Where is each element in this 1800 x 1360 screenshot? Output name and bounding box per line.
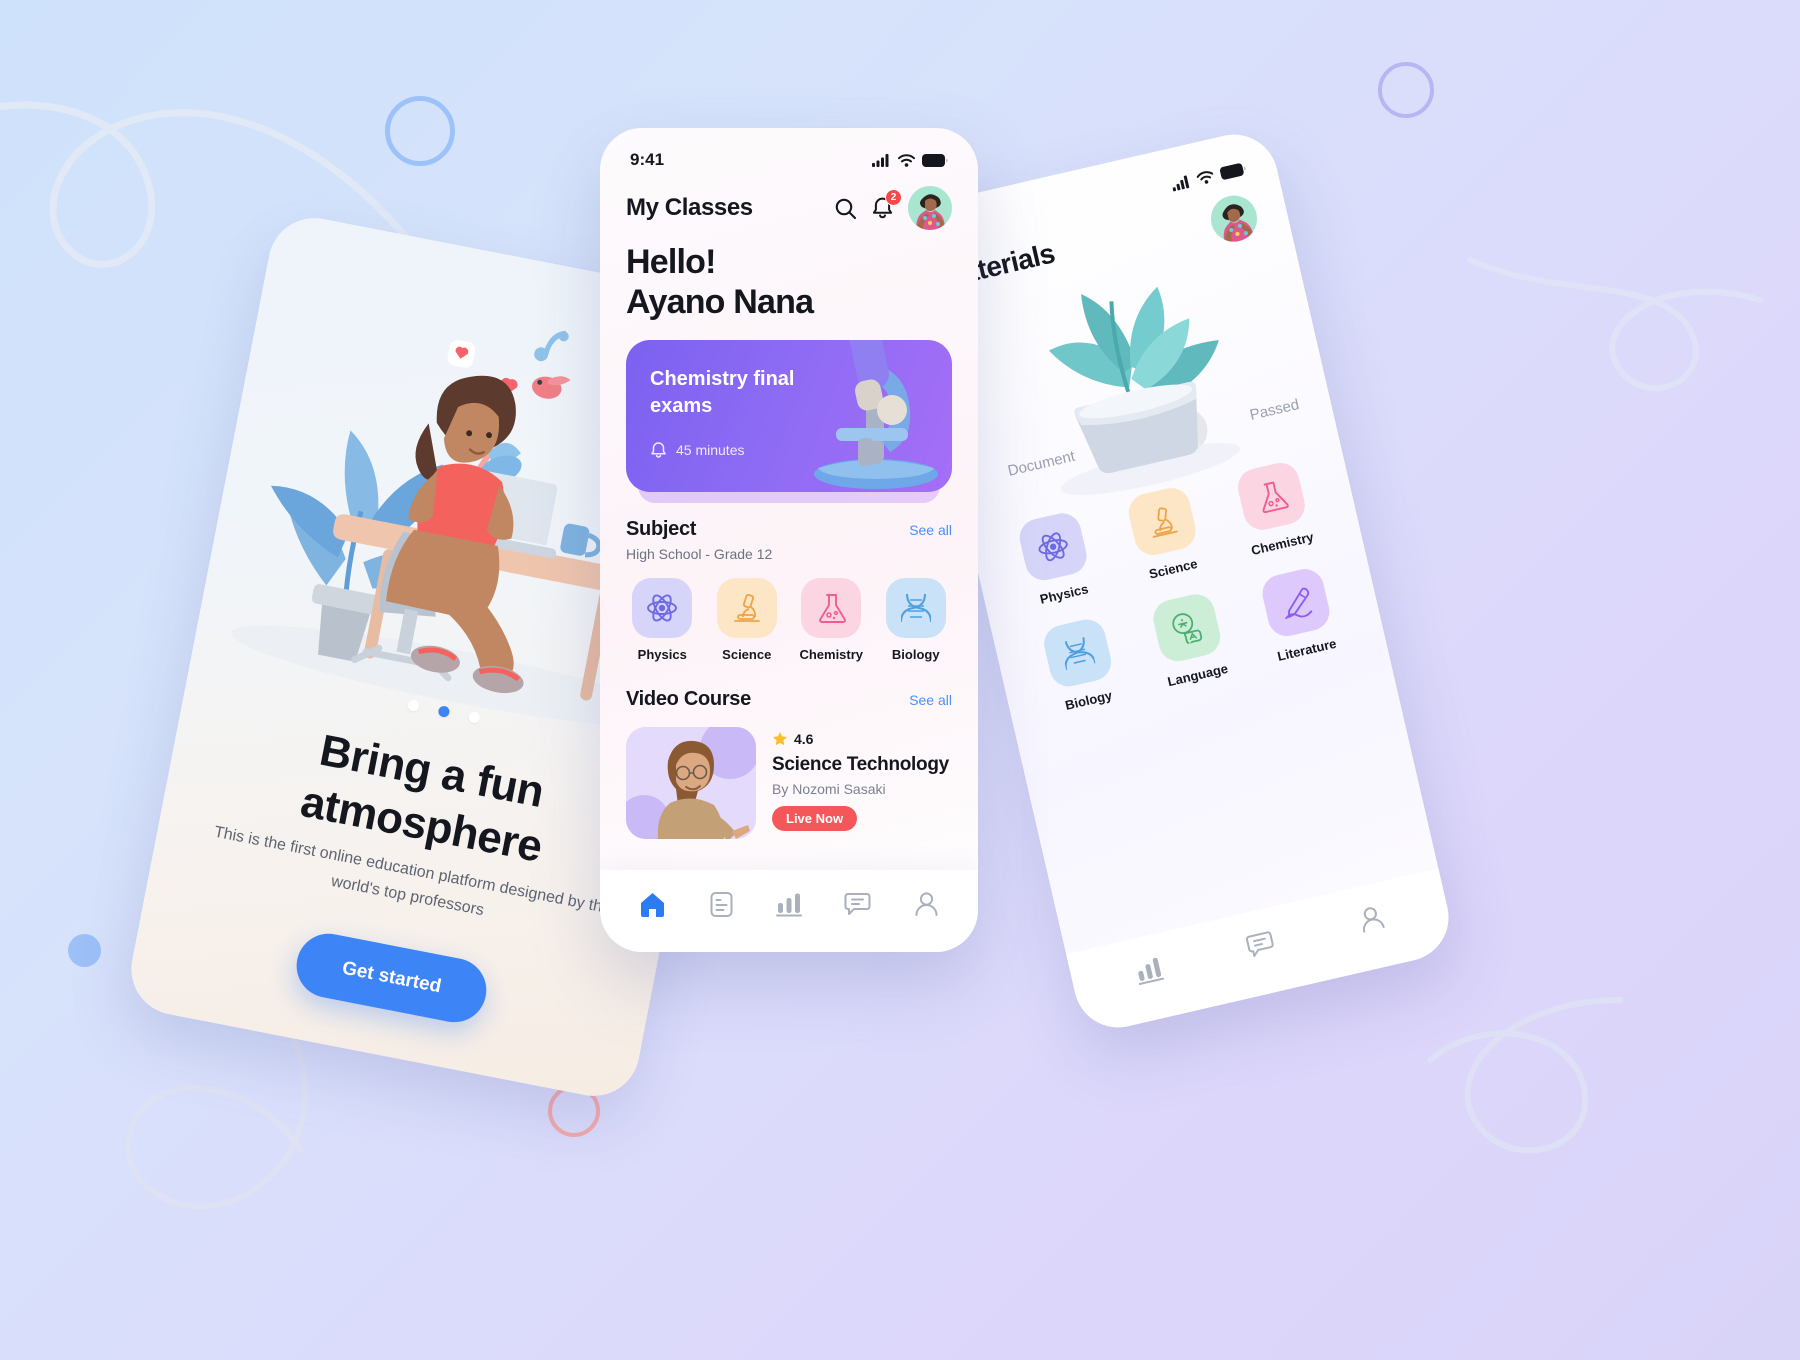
subject-section-subtitle: High School - Grade 12 <box>626 546 773 563</box>
course-name: Science Technology <box>772 754 949 776</box>
course-author: By Nozomi Sasaki <box>772 781 886 798</box>
notifications-button[interactable]: 2 <box>871 189 902 220</box>
material-item-physics[interactable]: Physics <box>995 505 1118 614</box>
bar-chart-icon <box>1138 957 1165 985</box>
ring-purple-top-right <box>1378 62 1434 118</box>
ring-blue-top <box>385 96 455 166</box>
exam-card-container: Chemistry final exams 45 minutes <box>626 340 952 504</box>
greeting-line-2: Ayano Nana <box>626 283 814 322</box>
course-thumbnail <box>626 727 756 840</box>
course-card[interactable]: 4.6 Science Technology By Nozomi Sasaki … <box>600 711 978 840</box>
status-time: 9:41 <box>630 150 665 169</box>
tab-profile[interactable] <box>908 885 945 923</box>
tab-stats[interactable] <box>1126 947 1172 993</box>
swirl-bottom-right <box>1427 997 1623 1154</box>
material-label: Language <box>1166 660 1230 690</box>
pagination-dot-2[interactable] <box>436 705 450 718</box>
atom-icon <box>647 594 678 622</box>
course-rating: 4.6 <box>772 731 949 747</box>
flask-icon <box>818 593 846 623</box>
video-section-header: Video Course See all <box>600 662 978 711</box>
cellular-signal-icon <box>872 153 889 167</box>
tab-documents[interactable] <box>703 885 740 924</box>
material-label: Physics <box>1038 581 1090 607</box>
subject-section-title: Subject <box>626 518 697 541</box>
material-item-literature[interactable]: Literature <box>1237 560 1360 669</box>
dna-icon <box>1064 637 1096 671</box>
subject-label: Biology <box>891 647 940 663</box>
bar-chart-icon <box>775 893 802 917</box>
subject-item-physics[interactable]: Physics <box>626 578 699 662</box>
subject-label: Chemistry <box>799 647 864 663</box>
header-bar: My Classes 2 <box>600 174 978 230</box>
pen-icon <box>1284 587 1312 619</box>
my-classes-phone: 9:41 My Classes 2 Hello! Ayano Nana Chem… <box>600 128 978 952</box>
swirl-mid-right <box>1467 257 1763 391</box>
material-item-chemistry[interactable]: Chemistry <box>1213 454 1336 563</box>
video-see-all-button[interactable]: See all <box>909 692 952 708</box>
bell-icon <box>651 442 666 458</box>
wifi-icon <box>898 153 915 167</box>
tab-profile[interactable] <box>1349 896 1394 941</box>
material-label: Literature <box>1275 635 1338 664</box>
material-label: Chemistry <box>1249 529 1315 559</box>
battery-icon <box>1219 162 1246 180</box>
materials-phone: 9:41 Materials <box>894 125 1458 1037</box>
tab-chat[interactable] <box>838 885 877 923</box>
document-icon <box>710 891 733 917</box>
subject-label: Physics <box>637 647 687 663</box>
greeting-line-1: Hello! <box>626 243 716 281</box>
material-item-language[interactable]: Language <box>1128 586 1251 695</box>
bottom-tab-bar <box>600 870 978 952</box>
microscope-icon <box>733 594 760 623</box>
flask-icon <box>1261 481 1289 513</box>
battery-icon <box>922 153 948 167</box>
status-bar: 9:41 <box>600 128 978 174</box>
subject-list: Physics Science Chemistry Biology <box>600 562 978 662</box>
coffee-mug <box>560 523 602 558</box>
greeting: Hello! Ayano Nana <box>600 230 978 322</box>
subject-item-biology[interactable]: Biology <box>880 578 953 662</box>
exam-card[interactable]: Chemistry final exams 45 minutes <box>626 340 952 493</box>
subject-item-science[interactable]: Science <box>711 578 784 662</box>
subject-label: Science <box>722 647 772 663</box>
subject-see-all-button[interactable]: See all <box>909 522 952 538</box>
material-label: Biology <box>1063 687 1114 713</box>
cellular-signal-icon <box>1172 174 1190 191</box>
exam-duration: 45 minutes <box>676 442 745 458</box>
atom-icon <box>1038 532 1068 562</box>
pagination-dot-3[interactable] <box>467 710 481 724</box>
material-item-science[interactable]: Science <box>1104 479 1227 588</box>
tab-chat[interactable] <box>1237 921 1284 967</box>
wifi-icon <box>1196 170 1214 184</box>
status-badge: Live Now <box>772 806 858 832</box>
course-rating-value: 4.6 <box>794 731 814 748</box>
translate-icon <box>1172 613 1203 647</box>
video-section-title: Video Course <box>626 688 751 711</box>
person-icon <box>915 892 938 916</box>
chat-bubble-icon <box>1245 931 1274 957</box>
bottom-tab-bar <box>1066 868 1458 1037</box>
material-item-biology[interactable]: Biology <box>1019 611 1142 720</box>
dot-blue-left <box>68 934 101 967</box>
person-icon <box>1362 907 1385 933</box>
home-icon <box>641 892 665 917</box>
star-icon <box>773 732 787 746</box>
notification-badge: 2 <box>885 189 902 206</box>
search-button[interactable] <box>834 197 857 220</box>
get-started-button[interactable]: Get started <box>291 928 493 1028</box>
subject-item-chemistry[interactable]: Chemistry <box>795 578 868 662</box>
pagination-dot-1[interactable] <box>406 699 420 713</box>
material-label: Science <box>1147 555 1199 582</box>
microscope-3d-illustration <box>814 340 938 490</box>
microscope-icon <box>1152 507 1178 538</box>
tab-home[interactable] <box>633 885 672 924</box>
page-title: My Classes <box>626 194 753 221</box>
search-icon <box>835 198 857 219</box>
dna-icon <box>900 594 931 623</box>
chat-bubble-icon <box>844 893 871 915</box>
tab-stats[interactable] <box>770 885 808 923</box>
avatar[interactable] <box>908 186 952 230</box>
